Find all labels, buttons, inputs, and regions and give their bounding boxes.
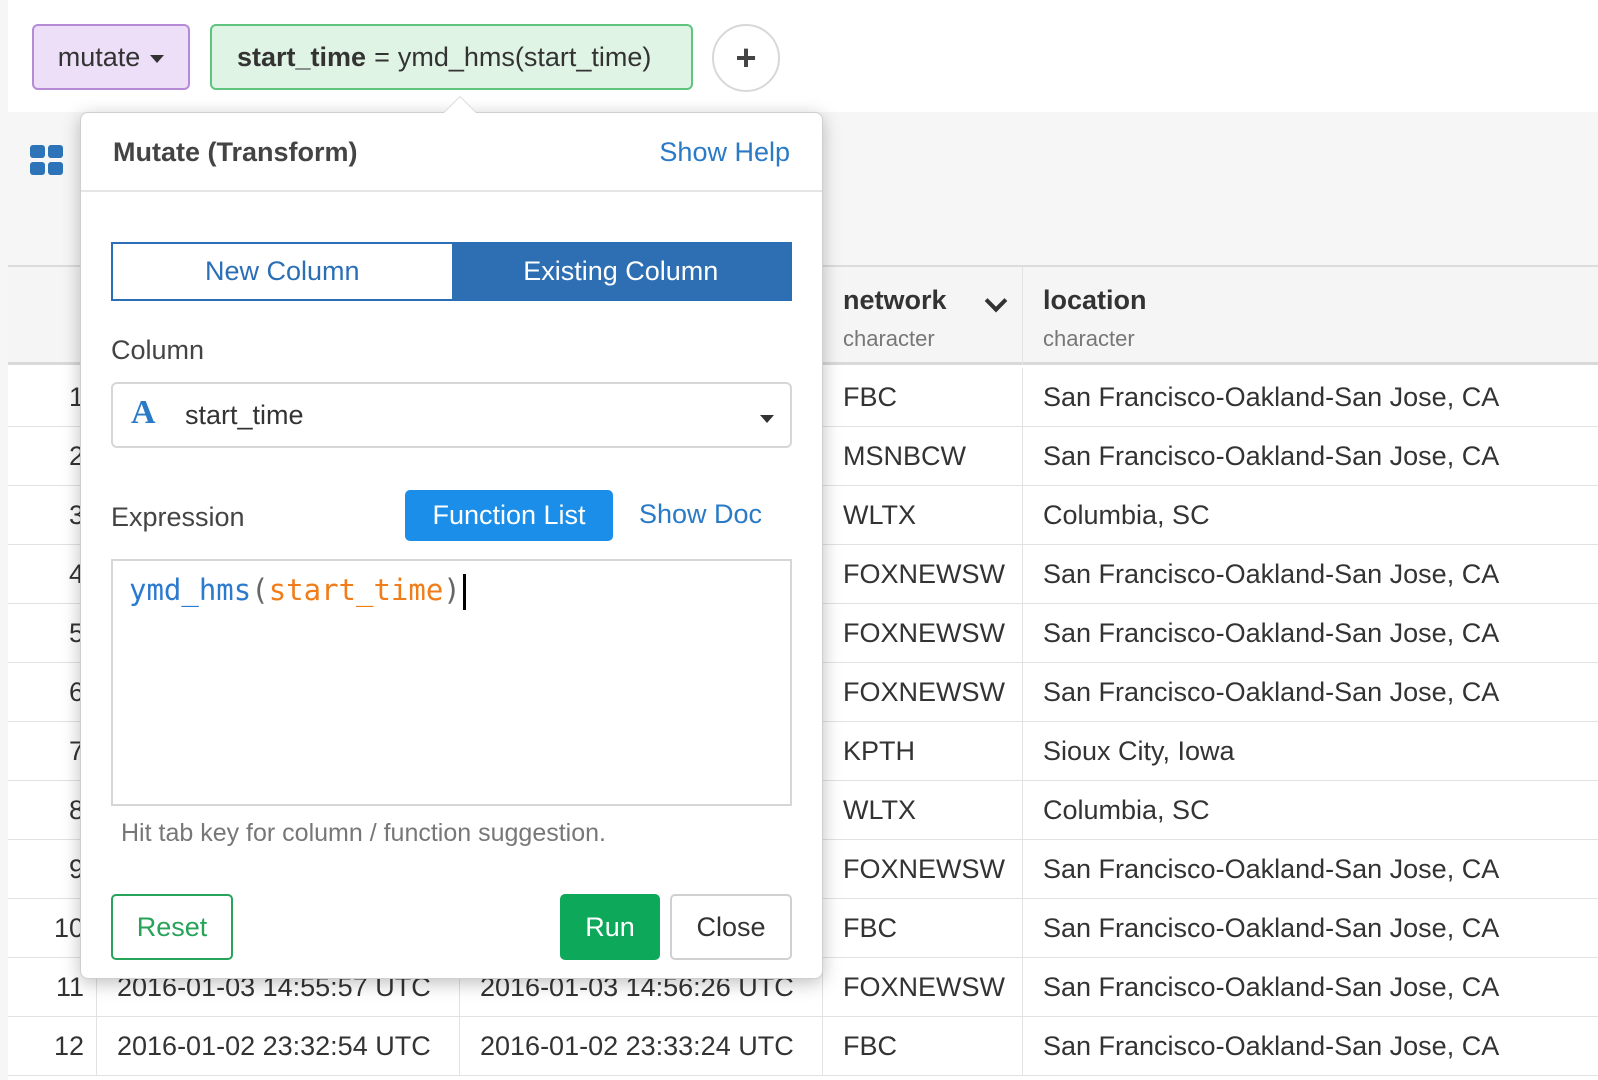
- cell-network: FBC: [823, 899, 1023, 958]
- cell-col-2: 2016-01-02 23:33:24 UTC: [460, 1017, 823, 1076]
- reset-button[interactable]: Reset: [111, 894, 233, 960]
- header-network[interactable]: network character: [823, 267, 1023, 365]
- cell-network: FOXNEWSW: [823, 663, 1023, 722]
- cell-location: Columbia, SC: [1043, 500, 1210, 530]
- add-step-button[interactable]: +: [712, 24, 780, 92]
- popover-title: Mutate (Transform): [113, 137, 358, 167]
- close-button[interactable]: Close: [670, 894, 792, 960]
- cell-network: FOXNEWSW: [823, 840, 1023, 899]
- cell-network: FOXNEWSW: [823, 958, 1023, 1017]
- header-name: location: [1043, 285, 1147, 315]
- verb-dropdown[interactable]: mutate: [32, 24, 190, 90]
- expression-column: start_time: [237, 41, 367, 72]
- column-mode-toggle: New Column Existing Column: [111, 242, 792, 301]
- cell-network: FBC: [823, 368, 1023, 427]
- editor-open-paren: (: [251, 573, 269, 607]
- header-type: character: [843, 326, 935, 351]
- cell-network: FBC: [823, 1017, 1023, 1076]
- caret-down-icon: [150, 54, 165, 63]
- cell-location: San Francisco-Oakland-San Jose, CA: [1043, 559, 1500, 589]
- row-index: 12: [8, 1017, 97, 1076]
- expression-label: Expression: [111, 502, 245, 532]
- cell-network: WLTX: [823, 486, 1023, 545]
- expression-operator: =: [374, 41, 390, 72]
- text-cursor: [462, 574, 466, 610]
- editor-argument: start_time: [268, 573, 444, 607]
- plus-icon: +: [735, 37, 757, 78]
- header-type: character: [1043, 326, 1135, 351]
- cell-location: San Francisco-Oakland-San Jose, CA: [1043, 1031, 1500, 1061]
- cell-location: San Francisco-Oakland-San Jose, CA: [1043, 913, 1500, 943]
- header-name: network: [843, 285, 947, 315]
- grid-view-icon[interactable]: [30, 145, 64, 175]
- header-location[interactable]: location character: [1023, 267, 1598, 365]
- show-help-link[interactable]: Show Help: [659, 137, 790, 168]
- cell-network: FOXNEWSW: [823, 604, 1023, 663]
- expression-value: ymd_hms(start_time): [397, 41, 652, 72]
- cell-network: WLTX: [823, 781, 1023, 840]
- cell-network: KPTH: [823, 722, 1023, 781]
- cell-location: Sioux City, Iowa: [1043, 736, 1235, 766]
- verb-label: mutate: [57, 41, 141, 72]
- expression-step[interactable]: start_time = ymd_hms(start_time): [210, 24, 693, 90]
- expression-editor[interactable]: ymd_hms(start_time): [111, 559, 792, 806]
- column-select-value: start_time: [185, 400, 304, 430]
- cell-location: San Francisco-Oakland-San Jose, CA: [1043, 677, 1500, 707]
- character-type-icon: A: [131, 394, 156, 431]
- caret-down-icon: [760, 415, 774, 423]
- editor-function: ymd_hms: [129, 573, 252, 607]
- popover-arrow: [443, 96, 477, 113]
- run-button[interactable]: Run: [560, 894, 660, 960]
- column-select[interactable]: A start_time: [111, 382, 792, 448]
- tab-new-column[interactable]: New Column: [113, 244, 452, 299]
- cell-location: San Francisco-Oakland-San Jose, CA: [1043, 854, 1500, 884]
- cell-network: FOXNEWSW: [823, 545, 1023, 604]
- cell-location: San Francisco-Oakland-San Jose, CA: [1043, 618, 1500, 648]
- table-row: 12 2016-01-02 23:32:54 UTC 2016-01-02 23:3…: [8, 1017, 1598, 1076]
- function-list-button[interactable]: Function List: [405, 490, 613, 541]
- column-label: Column: [111, 335, 205, 365]
- editor-hint: Hit tab key for column / function sugges…: [121, 819, 606, 847]
- cell-network: MSNBCW: [823, 427, 1023, 486]
- popover-header: Mutate (Transform) Show Help: [81, 113, 822, 192]
- cell-location: San Francisco-Oakland-San Jose, CA: [1043, 441, 1500, 471]
- cell-location: San Francisco-Oakland-San Jose, CA: [1043, 972, 1500, 1002]
- show-doc-link[interactable]: Show Doc: [639, 499, 762, 530]
- cell-location: Columbia, SC: [1043, 795, 1210, 825]
- tab-existing-column[interactable]: Existing Column: [451, 244, 790, 299]
- cell-location: San Francisco-Oakland-San Jose, CA: [1043, 382, 1500, 412]
- mutate-popover: Mutate (Transform) Show Help New Column …: [80, 96, 823, 979]
- cell-col-1: 2016-01-02 23:32:54 UTC: [97, 1017, 460, 1076]
- editor-close-paren: ): [443, 573, 461, 607]
